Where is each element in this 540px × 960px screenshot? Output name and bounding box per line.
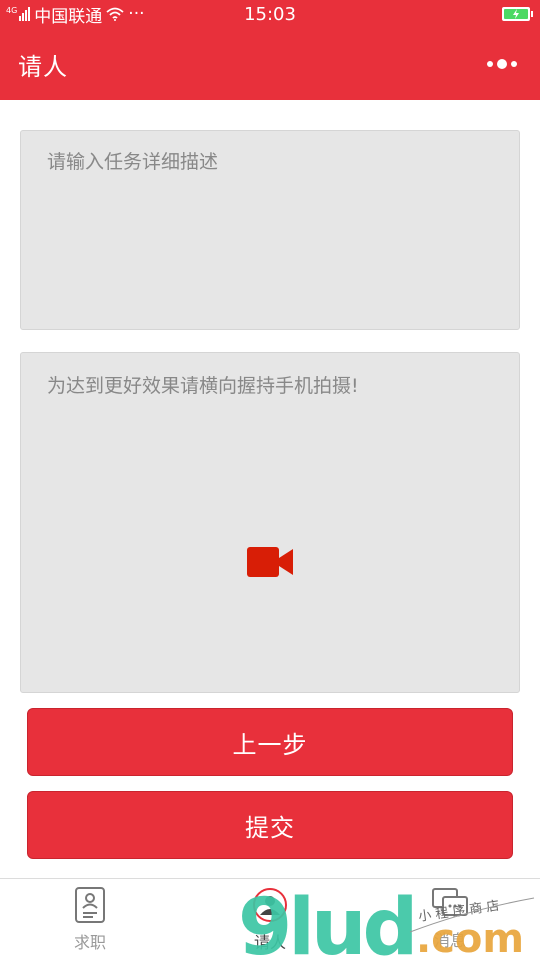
- more-dots-icon: [487, 61, 493, 67]
- battery-icon: [502, 7, 533, 21]
- tab-label: 请人: [253, 933, 286, 952]
- tab-label: 求职: [73, 933, 106, 952]
- video-hint-text: 为达到更好效果请横向握持手机拍摄!: [47, 375, 359, 397]
- signal-icon: 4G: [6, 6, 31, 21]
- network-type: 4G: [6, 6, 18, 15]
- tab-hire[interactable]: 请人: [220, 887, 320, 957]
- status-extra: ···: [128, 4, 145, 24]
- person-icon: [253, 888, 287, 922]
- previous-step-button[interactable]: 上一步: [27, 708, 513, 776]
- page-title: 请人: [18, 52, 68, 81]
- charging-bolt-icon: [513, 9, 519, 19]
- tab-bar: 求职 请人 消息: [0, 878, 540, 960]
- nav-bar: 请人: [0, 28, 540, 100]
- tab-label: 消息: [433, 931, 466, 950]
- tab-job-seeking[interactable]: 求职: [40, 887, 140, 957]
- submit-button[interactable]: 提交: [27, 791, 513, 859]
- wifi-icon: [106, 7, 124, 21]
- video-capture-area[interactable]: 为达到更好效果请横向握持手机拍摄!: [20, 352, 520, 693]
- chat-icon: [432, 888, 468, 916]
- resume-icon: [75, 887, 105, 923]
- tab-messages[interactable]: 消息: [400, 887, 500, 957]
- carrier-name: 中国联通: [34, 6, 103, 27]
- task-description-input[interactable]: [20, 130, 520, 330]
- status-left: 4G 中国联通 ···: [6, 2, 502, 27]
- status-bar: 4G 中国联通 ··· 15:03: [0, 0, 540, 28]
- video-camera-icon[interactable]: [247, 547, 293, 577]
- more-button[interactable]: [482, 49, 522, 79]
